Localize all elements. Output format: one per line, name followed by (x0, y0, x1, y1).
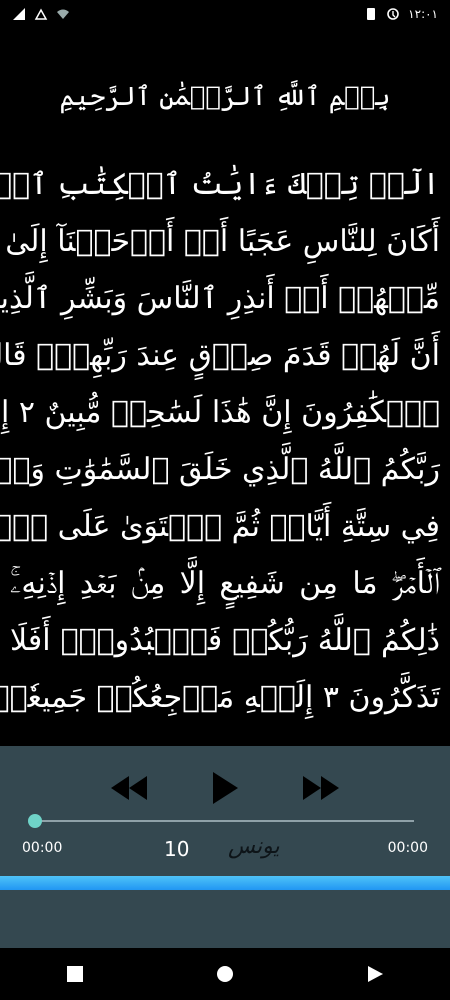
verse-lines[interactable]: الٓرۚ تِلۡكَ ءَايَٰتُ ٱلۡكِتَٰبِ ٱلۡحَكِ… (0, 156, 440, 726)
seek-thumb[interactable] (28, 814, 42, 828)
total-time: 00:00 (387, 840, 428, 856)
circle-icon (217, 966, 233, 982)
player-bottom-area (0, 890, 450, 948)
status-time: ١٢:٠١ (408, 7, 438, 21)
data-saver-icon (387, 8, 399, 20)
recents-button[interactable] (55, 954, 95, 994)
triangle-icon (368, 966, 383, 982)
location-icon (34, 8, 48, 20)
verse-line[interactable]: ٱلۡأَمۡرَۖ مَا مِن شَفِيعٍ إِلَّا مِنۢ ب… (10, 555, 440, 612)
rewind-button[interactable] (104, 768, 154, 808)
system-nav-bar (0, 948, 450, 1000)
square-icon (67, 966, 83, 982)
elapsed-time: 00:00 (22, 840, 63, 856)
back-button[interactable] (355, 954, 395, 994)
fast-forward-icon (303, 776, 339, 800)
seek-bar[interactable] (28, 814, 414, 828)
basmala: بِسۡمِ ٱللَّهِ ٱلرَّحۡمَٰنِ ٱلرَّحِيمِ (59, 82, 391, 112)
verse-number: 10 (164, 837, 190, 861)
play-icon (213, 772, 238, 804)
verse-line[interactable]: ذَٰلِكُمُ ٱللَّهُ رَبُّكُمۡ فَٱعۡبُدُوهُ… (10, 612, 440, 669)
verse-line[interactable]: الٓرۚ تِلۡكَ ءَايَٰتُ ٱلۡكِتَٰبِ ٱلۡحَكِ… (0, 156, 440, 213)
status-bar: ١٢:٠١ (0, 0, 450, 28)
verse-line[interactable]: فِي سِتَّةِ أَيَّامٖ ثُمَّ ٱسۡتَوَىٰ عَل… (0, 498, 440, 555)
player-controls (0, 768, 450, 808)
verse-line[interactable]: ٱلۡكَٰفِرُونَ إِنَّ هَٰذَا لَسَٰحِرٞ مُّ… (0, 384, 440, 441)
quran-page[interactable]: بِسۡمِ ٱللَّهِ ٱلرَّحۡمَٰنِ ٱلرَّحِيمِ ا… (0, 28, 450, 746)
verse-line[interactable]: رَبَّكُمُ ٱللَّهُ ٱلَّذِي خَلَقَ ٱلسَّمَ… (0, 441, 440, 498)
playback-progress-band (0, 876, 450, 890)
signal-icon (13, 8, 25, 20)
fast-forward-button[interactable] (296, 768, 346, 808)
home-button[interactable] (205, 954, 245, 994)
audio-player: 00:00 10 يونس 00:00 (0, 746, 450, 876)
play-button[interactable] (200, 768, 250, 808)
verse-line[interactable]: أَنَّ لَهُمۡ قَدَمَ صِدۡقٍ عِندَ رَبِّهِ… (0, 327, 440, 384)
verse-line[interactable]: أَكَانَ لِلنَّاسِ عَجَبًا أَنۡ أَوۡحَيۡن… (0, 213, 440, 270)
rewind-icon (111, 776, 147, 800)
wifi-icon (57, 9, 69, 19)
status-left-icons (12, 7, 70, 21)
status-right-icons: ١٢:٠١ (364, 7, 438, 21)
verse-line[interactable]: مِّنۡهُمۡ أَنۡ أَنذِرِ ٱلنَّاسَ وَبَشِّر… (0, 270, 440, 327)
verse-line[interactable]: تَذَكَّرُونَ ٣ إِلَيۡهِ مَرۡجِعُكُمۡ جَم… (0, 669, 440, 726)
sim-icon (367, 8, 376, 20)
surah-name: يونس (228, 834, 280, 859)
